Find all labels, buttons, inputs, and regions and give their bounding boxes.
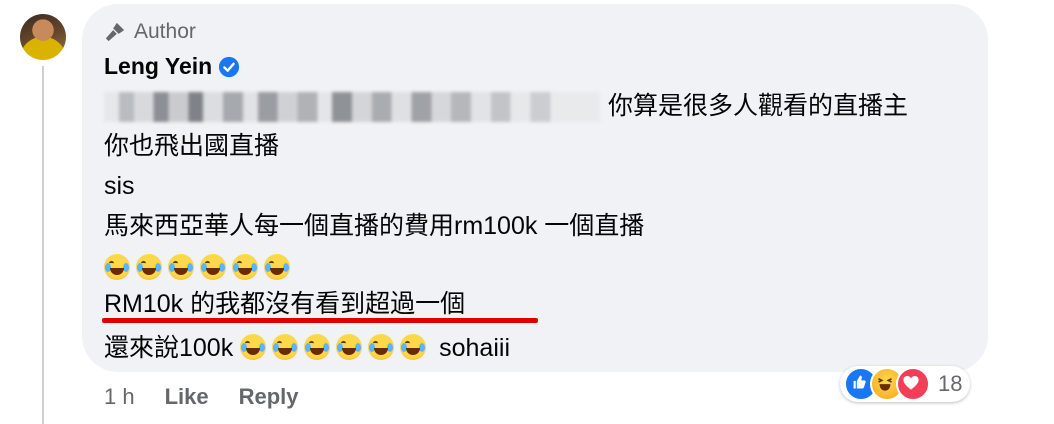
rolling-laughing-emoji-icon	[136, 254, 162, 280]
author-badge: Author	[104, 20, 196, 44]
love-icon	[896, 367, 930, 401]
rolling-laughing-emoji-icon	[200, 254, 226, 280]
reply-button[interactable]: Reply	[239, 384, 299, 410]
red-underline	[102, 318, 538, 323]
timestamp[interactable]: 1 h	[104, 384, 135, 410]
comment-text-7: 還來說100k	[104, 334, 234, 362]
comment-text-8: sohaiii	[439, 334, 510, 362]
comment-line-7: 還來說100k sohaiii	[104, 330, 510, 366]
comment-text-3: sis	[104, 172, 135, 200]
rolling-laughing-emoji-icon	[272, 334, 299, 360]
avatar[interactable]	[20, 14, 66, 60]
rolling-laughing-emoji-icon	[264, 254, 290, 280]
author-name[interactable]: Leng Yein	[104, 53, 212, 80]
author-badge-label: Author	[134, 20, 196, 43]
rolling-laughing-emoji-icon	[400, 334, 427, 360]
microphone-icon	[105, 22, 125, 42]
reaction-count: 18	[938, 371, 963, 396]
author-row: Leng Yein	[104, 53, 240, 80]
comment-text-4: 馬來西亞華人每一個直播的費用rm100k 一個直播	[104, 212, 645, 240]
rolling-laughing-emoji-icon	[104, 254, 130, 280]
comment-footer: 1 h Like Reply	[104, 384, 299, 410]
thread-line	[42, 66, 44, 424]
rolling-laughing-emoji-icon	[232, 254, 258, 280]
rolling-laughing-emoji-icon	[336, 334, 363, 360]
blurred-mention	[104, 92, 600, 123]
comment-text-1: 你算是很多人觀看的直播主	[608, 92, 909, 120]
comment-line-1: 你算是很多人觀看的直播主	[104, 88, 908, 124]
emoji-row	[104, 250, 296, 286]
like-button[interactable]: Like	[165, 384, 209, 410]
rolling-laughing-emoji-icon	[168, 254, 194, 280]
rolling-laughing-emoji-icon	[304, 334, 331, 360]
rolling-laughing-emoji-icon	[240, 334, 267, 360]
comment-text-6: RM10k 的我都沒有看到超過一個	[104, 290, 466, 318]
comment-text-2: 你也飛出國直播	[104, 132, 280, 160]
rolling-laughing-emoji-icon	[368, 334, 395, 360]
verified-badge-icon	[219, 56, 240, 77]
reactions-summary[interactable]: 18	[840, 366, 971, 402]
